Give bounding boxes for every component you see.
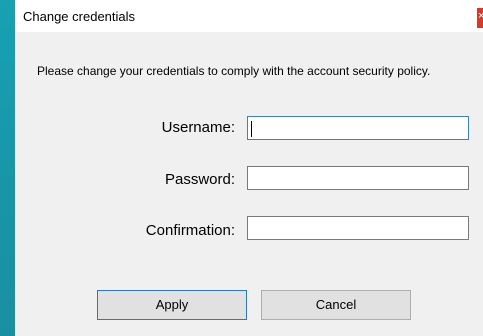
password-label: Password:: [164, 171, 235, 188]
password-field[interactable]: [247, 166, 469, 190]
policy-message: Please change your credentials to comply…: [37, 64, 431, 78]
confirmation-label: Confirmation:: [145, 222, 235, 239]
username-label: Username:: [161, 119, 235, 136]
username-field[interactable]: [247, 116, 469, 140]
cancel-button[interactable]: Cancel: [261, 290, 411, 320]
dialog-title: Change credentials: [23, 9, 136, 24]
confirmation-field[interactable]: [247, 216, 469, 240]
dialog-body: Please change your credentials to comply…: [15, 32, 483, 336]
close-icon: ×: [478, 10, 483, 22]
text-caret: [251, 121, 252, 137]
apply-button[interactable]: Apply: [97, 290, 247, 320]
title-bar[interactable]: Change credentials ×: [15, 0, 483, 32]
close-button[interactable]: ×: [477, 8, 483, 28]
change-credentials-dialog: Change credentials × Please change your …: [15, 0, 483, 336]
